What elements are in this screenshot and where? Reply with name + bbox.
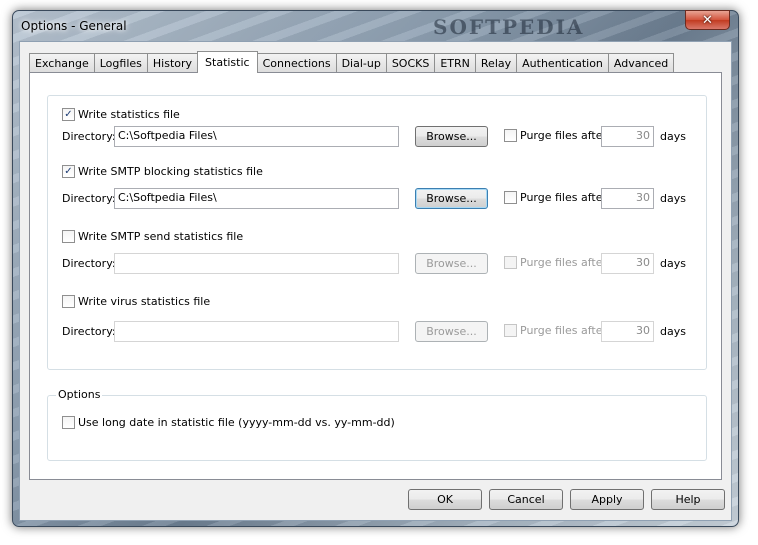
options-group: Options Use long date in statistic file … [47,388,707,461]
directory-label: Directory: [62,130,116,143]
tab-label: Authentication [522,57,603,70]
checkbox-box [62,230,75,243]
tab-strip: Exchange Logfiles History Statistic Conn… [29,51,675,73]
tab-socks[interactable]: SOCKS [385,53,436,73]
write-smtp-send-checkbox[interactable]: Write SMTP send statistics file [62,230,243,243]
checkbox-box [504,324,517,337]
smtp-blocking-directory-input[interactable]: C:\Softpedia Files\ [114,188,399,209]
days-label: days [660,325,686,338]
window-title: Options - General [21,19,127,33]
directory-label: Directory: [62,325,116,338]
tab-connections[interactable]: Connections [256,53,337,73]
days-label: days [660,257,686,270]
dialog-client-area: Exchange Logfiles History Statistic Conn… [19,41,732,521]
statistic-tab-panel: ✓ Write statistics file Directory: C:\So… [29,72,722,480]
write-statistics-checkbox[interactable]: ✓ Write statistics file [62,108,180,121]
help-button[interactable]: Help [651,489,725,510]
write-virus-checkbox[interactable]: Write virus statistics file [62,295,210,308]
checkbox-box [62,295,75,308]
softpedia-watermark: SOFTPEDIA [433,15,585,39]
tab-dial-up[interactable]: Dial-up [335,53,387,73]
checkbox-label: Write SMTP send statistics file [78,230,244,243]
checkbox-label: Use long date in statistic file (yyyy-mm… [78,416,395,429]
tab-relay[interactable]: Relay [474,53,518,73]
checkbox-label: Purge files after [520,191,607,204]
directory-label: Directory: [62,192,116,205]
write-smtp-blocking-checkbox[interactable]: ✓ Write SMTP blocking statistics file [62,165,263,178]
tab-label: Relay [480,57,512,70]
tab-advanced[interactable]: Advanced [607,53,675,73]
tab-label: Connections [262,57,331,70]
options-group-title: Options [56,388,103,401]
tab-label: History [152,57,193,70]
tab-authentication[interactable]: Authentication [516,53,609,73]
apply-button[interactable]: Apply [570,489,644,510]
checkbox-check-icon: ✓ [62,108,75,121]
checkbox-box [504,256,517,269]
tab-label: Statistic [205,56,250,69]
checkbox-label: Purge files after [520,256,607,269]
statistics-purge-checkbox[interactable]: Purge files after [504,129,607,142]
smtp-blocking-purge-checkbox[interactable]: Purge files after [504,191,607,204]
tab-label: Advanced [613,57,669,70]
checkbox-label: Purge files after [520,324,607,337]
smtp-send-purge-days-input[interactable]: 30 [601,253,654,274]
checkbox-label: Write statistics file [78,108,180,121]
directory-label: Directory: [62,257,116,270]
smtp-blocking-purge-days-input[interactable]: 30 [601,188,654,209]
dialog-window: Options - General SOFTPEDIA ✕ Exchange L… [12,10,739,527]
statistics-group: ✓ Write statistics file Directory: C:\So… [47,95,707,370]
statistics-browse-button[interactable]: Browse... [415,126,488,147]
ok-button[interactable]: OK [408,489,482,510]
close-button[interactable]: ✕ [685,10,730,30]
smtp-send-browse-button[interactable]: Browse... [415,253,488,274]
virus-purge-days-input[interactable]: 30 [601,321,654,342]
tab-label: ETRN [440,57,470,70]
checkbox-label: Purge files after [520,129,607,142]
checkbox-label: Write virus statistics file [78,295,211,308]
virus-purge-checkbox[interactable]: Purge files after [504,324,607,337]
close-icon: ✕ [702,12,713,28]
smtp-send-directory-input[interactable] [114,253,399,274]
checkbox-label: Write SMTP blocking statistics file [78,165,263,178]
title-bar[interactable]: Options - General SOFTPEDIA ✕ [13,10,738,41]
smtp-send-purge-checkbox[interactable]: Purge files after [504,256,607,269]
tab-logfiles[interactable]: Logfiles [93,53,148,73]
checkbox-box [504,129,517,142]
days-label: days [660,130,686,143]
tab-statistic[interactable]: Statistic [197,51,258,73]
tab-label: Logfiles [99,57,142,70]
tab-label: SOCKS [391,57,430,70]
checkbox-box [62,416,75,429]
statistics-purge-days-input[interactable]: 30 [601,126,654,147]
tab-label: Dial-up [341,57,381,70]
smtp-blocking-browse-button[interactable]: Browse... [415,188,488,209]
checkbox-check-icon: ✓ [62,165,75,178]
tab-history[interactable]: History [146,53,199,73]
checkbox-box [504,191,517,204]
virus-directory-input[interactable] [114,321,399,342]
long-date-checkbox[interactable]: Use long date in statistic file (yyyy-mm… [62,416,395,429]
statistics-directory-input[interactable]: C:\Softpedia Files\ [114,126,399,147]
cancel-button[interactable]: Cancel [489,489,563,510]
virus-browse-button[interactable]: Browse... [415,321,488,342]
tab-label: Exchange [35,57,89,70]
tab-etrn[interactable]: ETRN [434,53,476,73]
tab-exchange[interactable]: Exchange [29,53,95,73]
days-label: days [660,192,686,205]
